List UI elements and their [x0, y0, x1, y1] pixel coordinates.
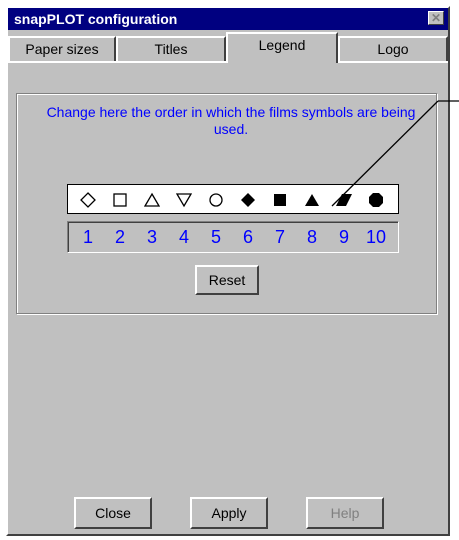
tab-paper-sizes[interactable]: Paper sizes	[8, 36, 116, 62]
order-number: 8	[306, 227, 317, 247]
tab-label: Legend	[258, 37, 306, 53]
order-number: 6	[242, 227, 253, 247]
symbol-order-group: Change here the order in which the films…	[16, 93, 438, 315]
open-circle-icon[interactable]	[208, 192, 224, 208]
open-square-icon[interactable]	[112, 192, 128, 208]
tab-legend[interactable]: Legend	[226, 32, 338, 63]
tab-titles[interactable]: Titles	[116, 36, 226, 62]
order-number: 9	[338, 227, 349, 247]
close-icon[interactable]: ✕	[428, 11, 444, 25]
legend-panel: Change here the order in which the films…	[8, 61, 448, 534]
open-diamond-icon[interactable]	[80, 192, 96, 208]
order-number: 4	[178, 227, 189, 247]
config-window: snapPLOT configuration ✕ Paper sizes Tit…	[6, 6, 450, 536]
tab-label: Logo	[377, 41, 409, 57]
reset-button[interactable]: Reset	[195, 265, 259, 295]
tab-strip: Paper sizes Titles Legend Logo	[8, 32, 448, 63]
filled-triangle-icon[interactable]	[304, 192, 320, 208]
order-number: 5	[210, 227, 221, 247]
apply-button[interactable]: Apply	[190, 497, 268, 529]
window-title: snapPLOT configuration	[14, 11, 178, 27]
numbers-strip: 1 2 3 4 5 6 7 8 9 10	[67, 221, 399, 253]
symbols-strip[interactable]	[67, 184, 399, 214]
close-button[interactable]: Close	[74, 497, 152, 529]
order-number: 2	[114, 227, 125, 247]
filled-square-icon[interactable]	[272, 192, 288, 208]
instruction-text: Change here the order in which the films…	[46, 104, 416, 137]
order-number: 7	[274, 227, 285, 247]
filled-parallelogram-icon[interactable]	[336, 192, 352, 208]
filled-octagon-icon[interactable]	[368, 192, 384, 208]
open-triangle-down-icon[interactable]	[176, 192, 192, 208]
order-number: 3	[146, 227, 157, 247]
order-number: 1	[82, 227, 93, 247]
help-button[interactable]: Help	[306, 497, 384, 529]
order-number: 10	[365, 227, 387, 247]
filled-diamond-icon[interactable]	[240, 192, 256, 208]
tab-label: Titles	[154, 41, 188, 57]
open-triangle-up-icon[interactable]	[144, 192, 160, 208]
title-bar[interactable]: snapPLOT configuration ✕	[8, 8, 448, 30]
tab-logo[interactable]: Logo	[338, 36, 448, 62]
tab-label: Paper sizes	[25, 41, 99, 57]
